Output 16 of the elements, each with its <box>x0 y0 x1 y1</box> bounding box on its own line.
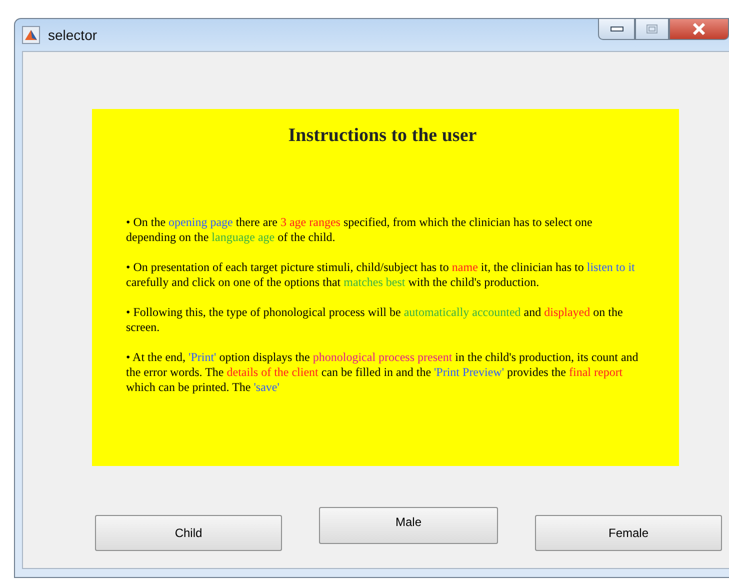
maximize-button[interactable] <box>635 18 669 40</box>
instructions-heading: Instructions to the user <box>287 124 478 148</box>
close-icon <box>691 23 707 35</box>
option-button[interactable]: Female <box>535 515 722 551</box>
instruction-paragraph: • On presentation of each target picture stimuli, child/subject has to name it, the clinician has to listen to it carefully and click on one of the options that matches best with the child's production. <box>126 260 636 290</box>
option-button[interactable]: Male <box>319 507 498 544</box>
instruction-paragraph: • At the end, 'Print' option displays the phonological process present in the child's production, its count and the error words. The details of the client can be filled in and the 'Print Preview' provides the final report which can be printed. The 'save' <box>126 350 639 394</box>
window-title: selector <box>48 26 98 44</box>
instruction-paragraph: • On the opening page there are 3 age ranges specified, from which the clinician has to select one depending on the language age of the child. <box>126 214 594 244</box>
option-button[interactable]: Child <box>95 515 282 551</box>
instruction-paragraph: • Following this, the type of phonological process will be automatically accounted and displayed on the screen. <box>126 304 624 334</box>
maximize-icon <box>646 24 658 34</box>
close-button[interactable] <box>669 18 729 40</box>
minimize-icon <box>610 26 624 32</box>
minimize-button[interactable] <box>598 18 635 40</box>
app-icon <box>22 26 40 44</box>
